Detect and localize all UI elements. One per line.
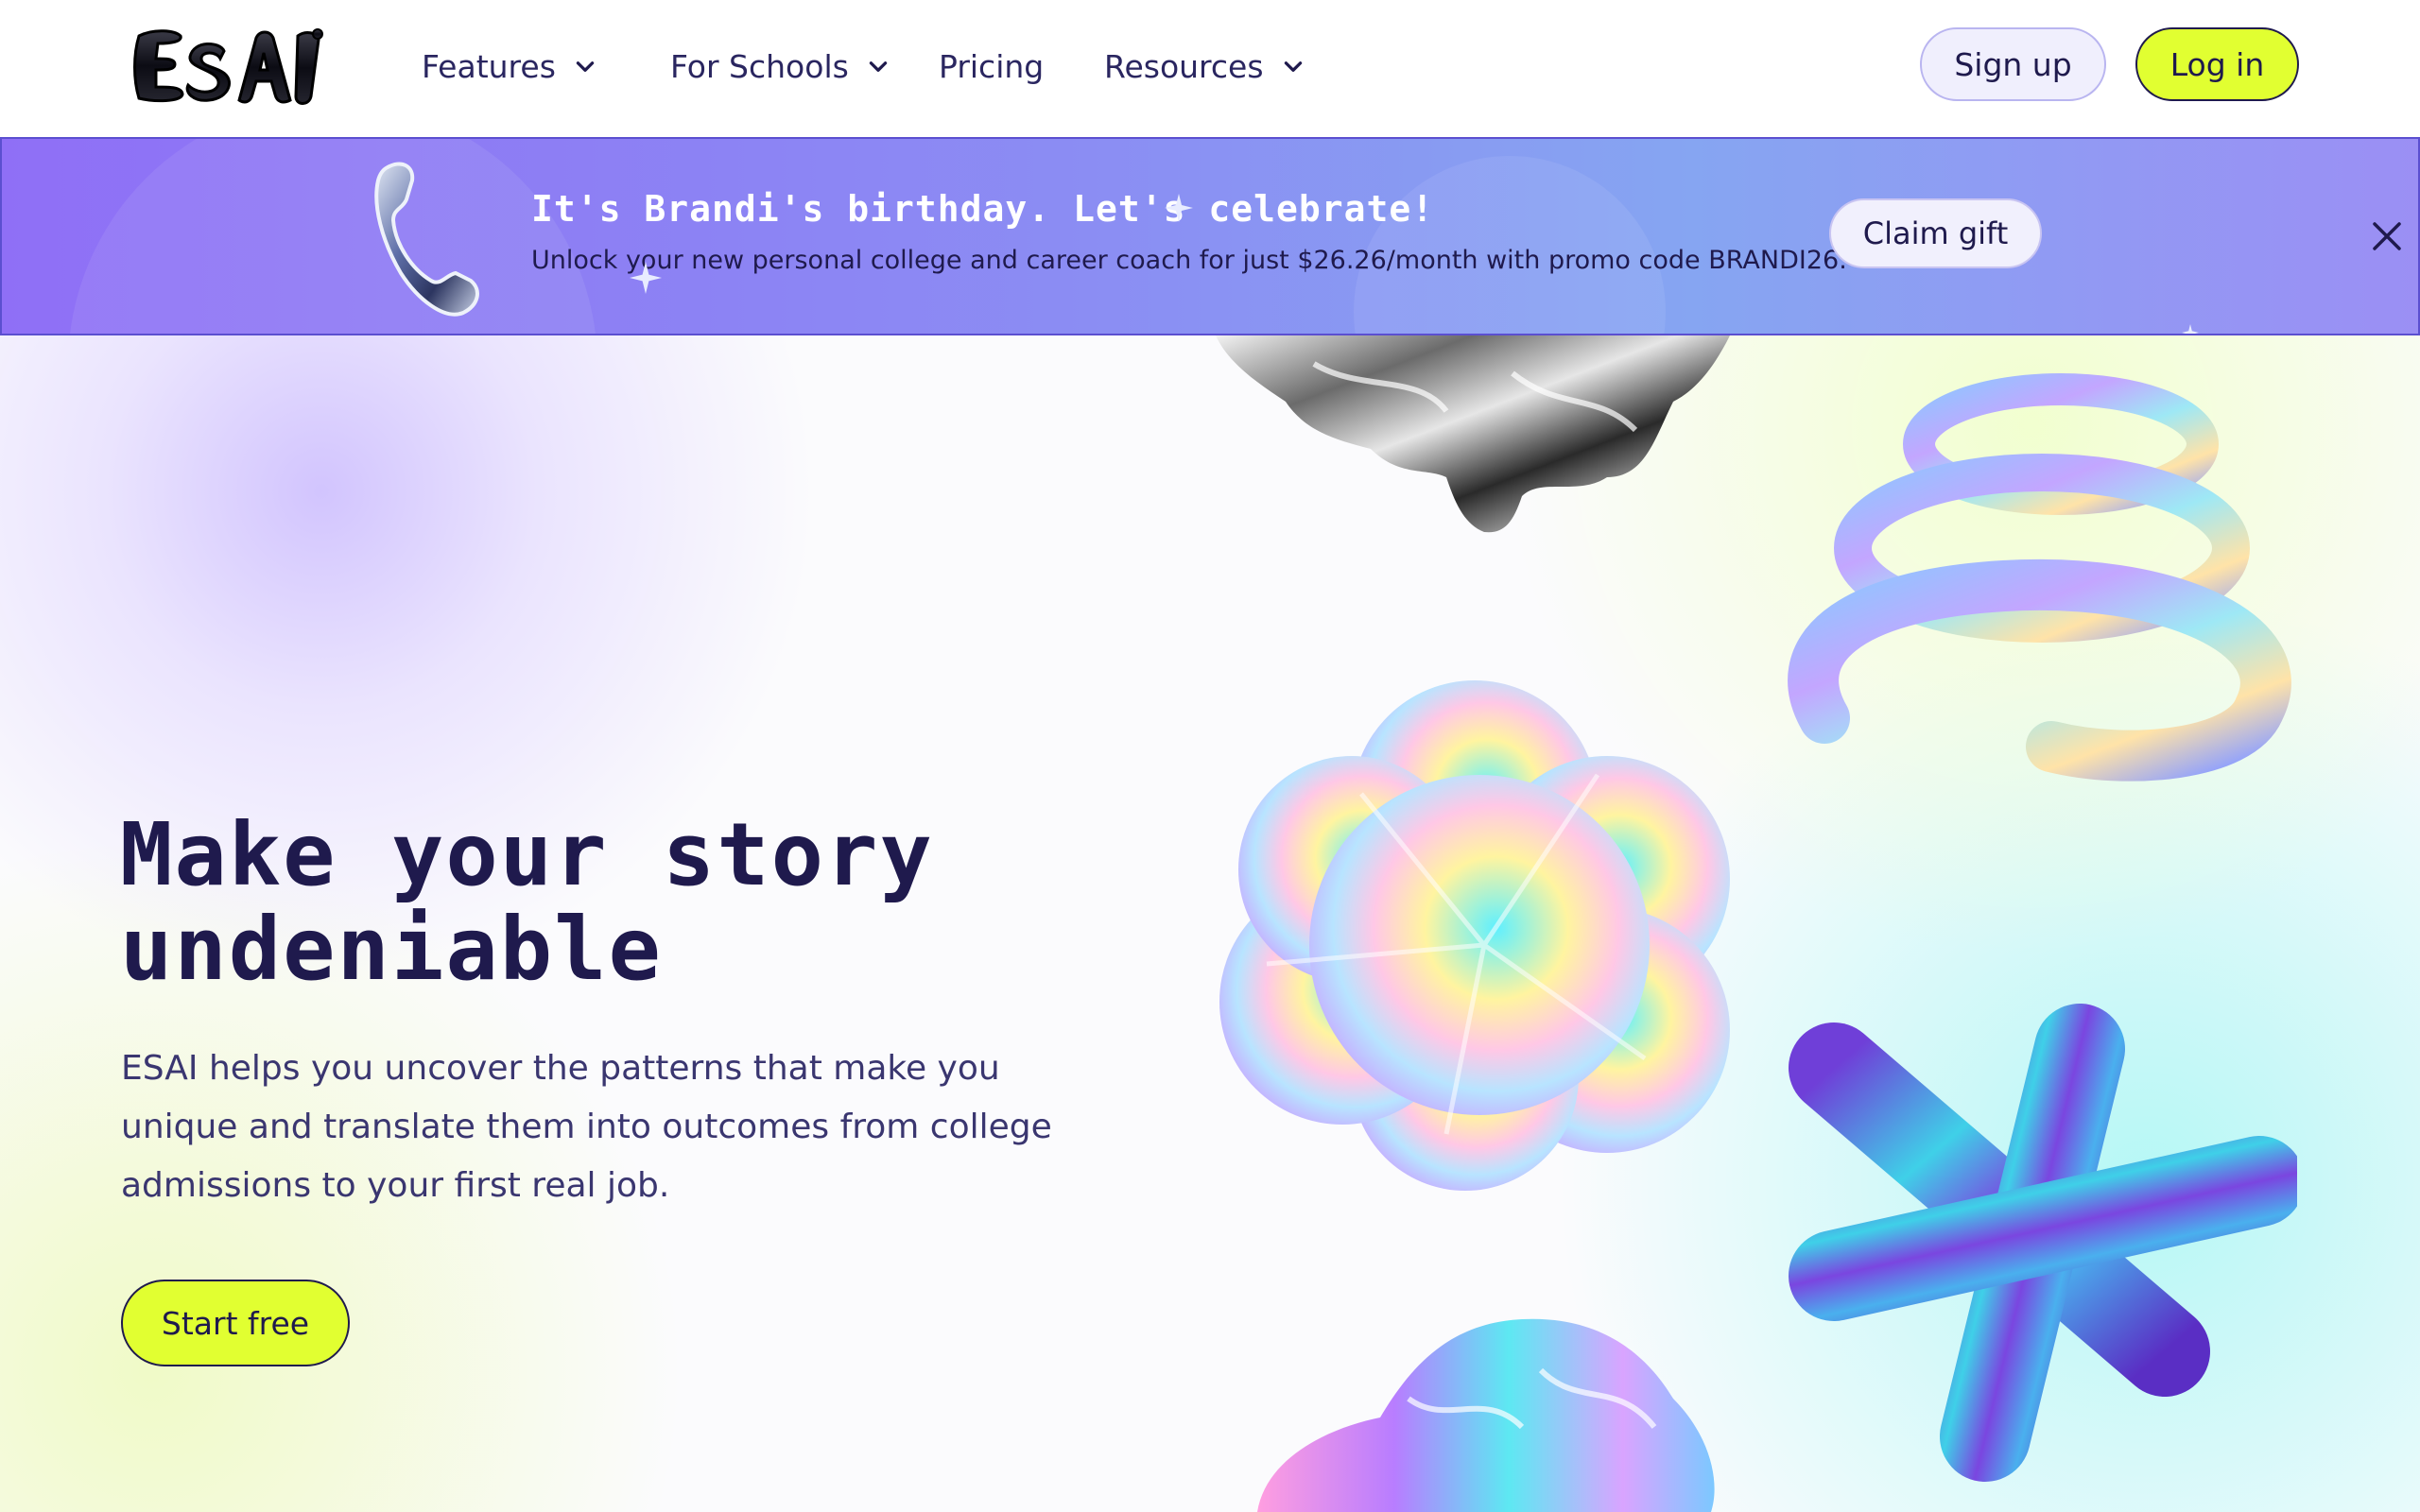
log-in-button[interactable]: Log in [2135, 27, 2299, 101]
chrome-blob-image [1216, 335, 1730, 533]
hero-description: ESAI helps you uncover the patterns that… [121, 1049, 1052, 1205]
nav-resources[interactable]: Resources [1104, 45, 1305, 87]
banner-title: It's Brandi's birthday. Let's celebrate! [531, 188, 1435, 230]
claim-gift-button[interactable]: Claim gift [1829, 198, 2042, 268]
sparkle-icon [1165, 194, 1193, 222]
holographic-chrome-blob-image [1257, 1318, 1715, 1512]
hero-title: Make your story undeniable [120, 804, 934, 1000]
top-navigation: Features For Schools Pricing Resources S… [0, 0, 2420, 137]
telephone-handset-icon [374, 162, 479, 317]
banner-decor-circle [68, 139, 597, 334]
nav-for-schools-label: For Schools [670, 47, 849, 85]
close-icon[interactable] [2371, 220, 2403, 252]
banner-subtitle: Unlock your new personal college and car… [531, 246, 1847, 275]
esai-logo[interactable] [126, 23, 328, 110]
nav-resources-label: Resources [1104, 47, 1264, 85]
sign-up-button[interactable]: Sign up [1920, 27, 2106, 101]
iridescent-asterisk-image [1789, 1004, 2297, 1482]
nav-features-label: Features [422, 47, 556, 85]
chevron-down-icon [869, 61, 888, 72]
nav-for-schools[interactable]: For Schools [670, 45, 890, 87]
promo-banner: It's Brandi's birthday. Let's celebrate!… [0, 137, 2420, 335]
nav-pricing[interactable]: Pricing [939, 45, 1044, 87]
sparkle-icon [630, 262, 662, 294]
sparkle-icon [2182, 324, 2199, 334]
nav-features[interactable]: Features [422, 45, 597, 87]
chevron-down-icon [576, 61, 595, 72]
start-free-button[interactable]: Start free [121, 1280, 350, 1366]
nav-pricing-label: Pricing [939, 47, 1045, 85]
holographic-spiral-image [1788, 373, 2291, 782]
chevron-down-icon [1284, 61, 1302, 72]
holographic-flower-blob-image [1219, 680, 1730, 1191]
